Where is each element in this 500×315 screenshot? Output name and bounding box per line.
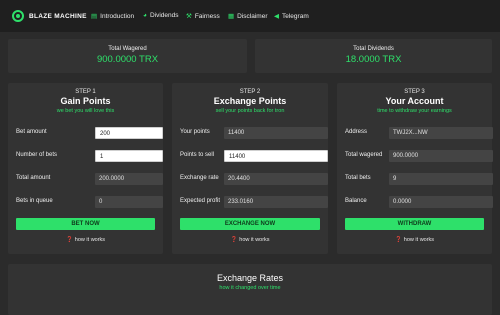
exchange-rates-subtitle: how it changed over time [219,285,281,291]
nav-introduction[interactable]: ▤ Introduction [91,12,135,21]
bet-amount-label: Bet amount [16,129,47,135]
total-bets-field: 9 [389,173,493,185]
how-it-works-label: how it works [239,237,270,243]
book-icon: ▤ [91,13,98,20]
panel-title: Exchange Points [213,96,287,106]
total-wagered-field: 900.0000 [389,150,493,162]
your-account-panel: STEP 3 Your Account time to withdraw you… [337,83,493,254]
balance-label: Balance [345,198,367,204]
nav-dividends-label: Dividends [149,12,179,19]
address-label: Address [345,129,368,135]
total-amount-label: Total amount [16,175,51,181]
nav-fairness[interactable]: ⚒ Fairness [186,12,220,21]
send-icon: ◀ [274,13,279,20]
file-icon: ▦ [228,13,235,20]
number-of-bets-input[interactable]: 1 [95,150,163,162]
address-field: TWJ2X...NW [389,127,493,139]
bets-in-queue-label: Bets in queue [16,198,53,204]
your-points-field: 11400 [224,127,328,139]
expected-profit-label: Expected profit [180,198,221,204]
total-wagered-label: Total Wagered [108,46,147,52]
how-it-works-label: how it works [403,237,435,243]
total-wagered-card: Total Wagered 900.0000 TRX [8,39,247,73]
total-amount-field: 200.0000 [95,173,163,185]
points-to-sell-label: Points to sell [180,152,215,158]
how-it-works-link[interactable]: ❓ how it works [337,237,492,243]
your-points-label: Your points [180,129,210,135]
total-dividends-value: 18.0000 TRX [345,54,402,65]
bet-now-button[interactable]: BET NOW [16,218,155,230]
total-wagered-value: 900.0000 TRX [96,54,159,65]
exchange-rate-field: 20.4400 [224,173,328,185]
expected-profit-field: 233.0160 [224,196,328,208]
step-label: STEP 1 [75,89,96,95]
panel-title: Gain Points [60,96,111,106]
panel-title: Your Account [385,96,444,106]
nav-introduction-label: Introduction [100,12,135,20]
panel-subtitle: we bet you will love this [56,108,115,114]
question-circle-icon: ❓ [230,237,238,243]
top-navbar: BLAZE MACHINE ▤ Introduction ◕ Dividends… [0,0,500,32]
bets-in-queue-field: 0 [95,196,163,208]
step-label: STEP 2 [239,89,261,95]
nav-disclaimer-label: Disclaimer [237,12,268,20]
how-it-works-label: how it works [74,237,106,243]
total-dividends-card: Total Dividends 18.0000 TRX [255,39,492,73]
nav-telegram[interactable]: ◀ Telegram [274,12,309,21]
points-to-sell-input[interactable]: 11400 [224,150,328,162]
step-label: STEP 3 [404,89,425,95]
nav-disclaimer[interactable]: ▦ Disclaimer [228,12,268,21]
how-it-works-link[interactable]: ❓ how it works [172,237,328,243]
logo-icon [12,10,24,22]
exchange-rates-title: Exchange Rates [216,273,284,283]
question-circle-icon: ❓ [65,237,73,243]
brand-name: BLAZE MACHINE [29,12,87,20]
total-bets-label: Total bets [345,175,371,181]
pie-chart-icon: ◕ [143,12,147,19]
exchange-points-panel: STEP 2 Exchange Points sell your points … [172,83,328,254]
brand[interactable]: BLAZE MACHINE [12,10,87,22]
panel-subtitle: time to withdraw your earnings [377,108,452,114]
total-dividends-label: Total Dividends [353,46,394,52]
withdraw-button[interactable]: WITHDRAW [345,218,484,230]
gain-points-panel: STEP 1 Gain Points we bet you will love … [8,83,163,254]
nav-fairness-label: Fairness [194,12,220,20]
gavel-icon: ⚒ [186,13,192,20]
nav-telegram-label: Telegram [282,12,309,20]
exchange-now-button[interactable]: EXCHANGE NOW [180,218,320,230]
question-circle-icon: ❓ [394,237,402,243]
bet-amount-input[interactable]: 200 [95,127,163,139]
exchange-rates-panel: Exchange Rates how it changed over time [8,264,492,315]
number-of-bets-label: Number of bets [16,152,58,158]
total-wagered-label: Total wagered [345,152,383,158]
how-it-works-link[interactable]: ❓ how it works [8,237,163,243]
nav-dividends[interactable]: ◕ Dividends [143,12,178,19]
panel-subtitle: sell your points back for tron [215,108,285,114]
balance-field: 0.0000 [389,196,493,208]
exchange-rate-label: Exchange rate [180,175,219,181]
